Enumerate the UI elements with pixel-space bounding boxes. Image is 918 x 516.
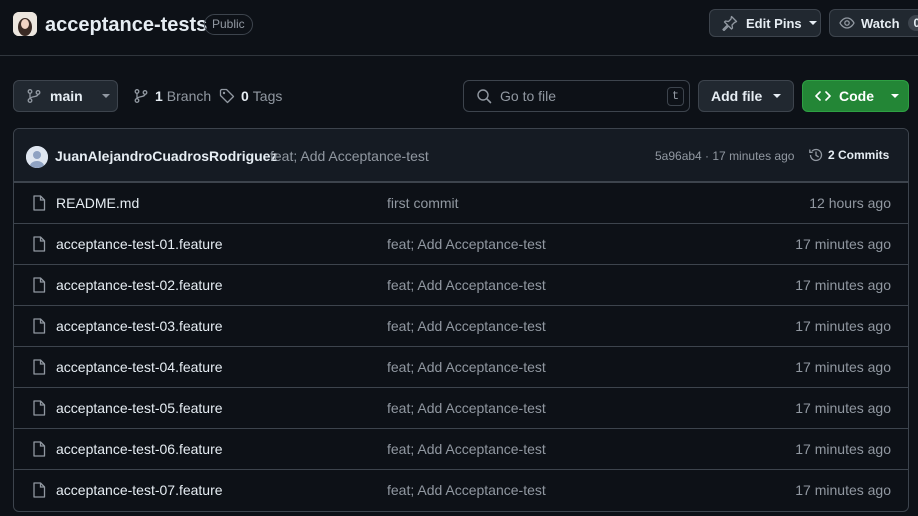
file-commit-date: 17 minutes ago <box>795 400 891 416</box>
file-row[interactable]: README.md first commit 12 hours ago <box>14 182 908 223</box>
visibility-badge: Public <box>204 14 253 35</box>
branch-count: 1 <box>155 88 163 104</box>
file-icon <box>32 482 46 498</box>
file-commit-date: 17 minutes ago <box>795 441 891 457</box>
file-commit-date: 17 minutes ago <box>795 277 891 293</box>
watch-label: Watch <box>861 15 900 31</box>
file-icon <box>32 277 46 293</box>
file-name[interactable]: acceptance-test-03.feature <box>56 318 223 334</box>
caret-down-icon <box>101 91 111 101</box>
commit-author[interactable]: JuanAlejandroCuadrosRodriguez <box>55 148 277 164</box>
file-name[interactable]: acceptance-test-06.feature <box>56 441 223 457</box>
history-icon <box>808 147 824 163</box>
branch-name: main <box>50 88 83 104</box>
file-commit-date: 17 minutes ago <box>795 318 891 334</box>
file-name[interactable]: acceptance-test-05.feature <box>56 400 223 416</box>
file-commit-message[interactable]: feat; Add Acceptance-test <box>387 318 546 334</box>
code-label: Code <box>839 88 874 104</box>
file-commit-message[interactable]: first commit <box>387 195 459 211</box>
git-branch-icon <box>133 88 149 104</box>
file-row[interactable]: acceptance-test-06.feature feat; Add Acc… <box>14 428 908 469</box>
file-row[interactable]: acceptance-test-05.feature feat; Add Acc… <box>14 387 908 428</box>
code-button[interactable]: Code <box>802 80 909 112</box>
file-row[interactable]: acceptance-test-04.feature feat; Add Acc… <box>14 346 908 387</box>
file-row[interactable]: acceptance-test-02.feature feat; Add Acc… <box>14 264 908 305</box>
watch-count: 0 <box>907 15 918 31</box>
add-file-button[interactable]: Add file <box>698 80 794 112</box>
file-icon <box>32 318 46 334</box>
tag-label: Tags <box>252 88 283 104</box>
file-icon <box>32 400 46 416</box>
repo-header: acceptance-tests Public Edit Pins Watch … <box>0 0 918 56</box>
caret-down-icon <box>772 91 782 101</box>
edit-pins-label: Edit Pins <box>746 15 802 31</box>
file-name[interactable]: README.md <box>56 195 139 211</box>
latest-commit-bar: JuanAlejandroCuadrosRodriguez feat; Add … <box>14 129 908 182</box>
file-commit-date: 12 hours ago <box>809 195 891 211</box>
file-commit-message[interactable]: feat; Add Acceptance-test <box>387 441 546 457</box>
file-icon <box>32 441 46 457</box>
tag-icon <box>219 88 235 104</box>
owner-avatar[interactable] <box>13 12 37 36</box>
branch-label: Branch <box>166 88 212 104</box>
commit-hash-time[interactable]: 5a96ab4 · 17 minutes ago <box>655 149 794 163</box>
tag-count: 0 <box>241 88 249 104</box>
keyboard-shortcut-hint: t <box>667 87 684 106</box>
file-commit-message[interactable]: feat; Add Acceptance-test <box>387 482 546 498</box>
edit-pins-button[interactable]: Edit Pins <box>709 9 821 37</box>
file-name[interactable]: acceptance-test-01.feature <box>56 236 223 252</box>
file-commit-message[interactable]: feat; Add Acceptance-test <box>387 359 546 375</box>
file-name[interactable]: acceptance-test-02.feature <box>56 277 223 293</box>
file-table: JuanAlejandroCuadrosRodriguez feat; Add … <box>13 128 909 512</box>
commits-link[interactable]: 2 Commits <box>808 147 889 163</box>
caret-down-icon <box>808 18 818 28</box>
commit-message[interactable]: feat; Add Acceptance-test <box>270 148 429 164</box>
file-commit-date: 17 minutes ago <box>795 482 891 498</box>
go-to-file-search[interactable]: t <box>463 80 690 112</box>
file-commit-message[interactable]: feat; Add Acceptance-test <box>387 277 546 293</box>
git-branch-icon <box>26 88 42 104</box>
file-icon <box>32 195 46 211</box>
commits-label: 2 Commits <box>828 148 890 162</box>
commit-author-avatar[interactable] <box>26 146 48 168</box>
add-file-label: Add file <box>711 88 763 104</box>
search-icon <box>476 88 492 104</box>
tags-link[interactable]: 0 Tags <box>219 88 282 104</box>
file-icon <box>32 359 46 375</box>
eye-icon <box>839 15 855 31</box>
file-commit-date: 17 minutes ago <box>795 236 891 252</box>
file-commit-date: 17 minutes ago <box>795 359 891 375</box>
branches-link[interactable]: 1 Branch <box>133 88 211 104</box>
repo-name[interactable]: acceptance-tests <box>45 12 207 38</box>
file-commit-message[interactable]: feat; Add Acceptance-test <box>387 400 546 416</box>
file-row[interactable]: acceptance-test-01.feature feat; Add Acc… <box>14 223 908 264</box>
pin-icon <box>722 15 738 31</box>
branch-selector[interactable]: main <box>13 80 118 112</box>
watch-button[interactable]: Watch 0 <box>829 9 918 37</box>
code-icon <box>815 88 831 104</box>
file-icon <box>32 236 46 252</box>
search-input[interactable] <box>500 88 650 104</box>
file-name[interactable]: acceptance-test-07.feature <box>56 482 223 498</box>
file-commit-message[interactable]: feat; Add Acceptance-test <box>387 236 546 252</box>
caret-down-icon <box>890 91 900 101</box>
file-name[interactable]: acceptance-test-04.feature <box>56 359 223 375</box>
file-row[interactable]: acceptance-test-07.feature feat; Add Acc… <box>14 469 908 510</box>
file-row[interactable]: acceptance-test-03.feature feat; Add Acc… <box>14 305 908 346</box>
